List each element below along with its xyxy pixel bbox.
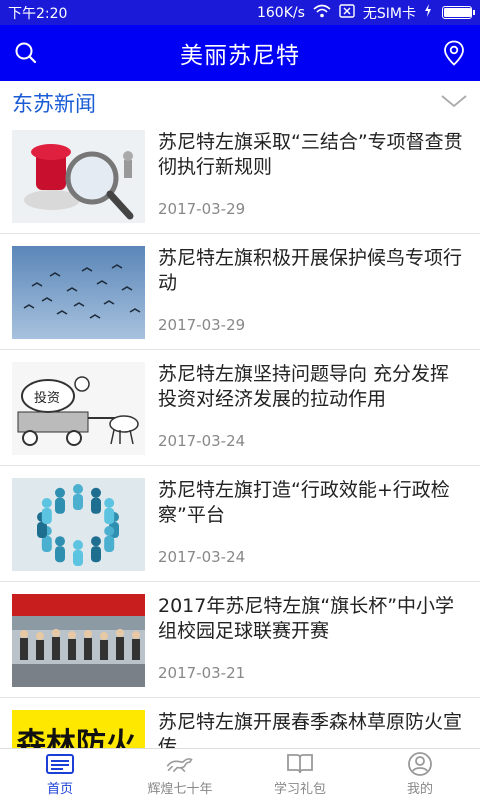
news-item[interactable]: 苏尼特左旗采取“三结合”专项督查贯彻执行新规则 2017-03-29 xyxy=(0,118,480,234)
news-date: 2017-03-24 xyxy=(158,432,246,450)
news-date: 2017-03-24 xyxy=(158,548,246,566)
search-icon xyxy=(15,42,37,64)
tab-user[interactable]: 我的 xyxy=(360,749,480,800)
news-headline: 苏尼特左旗开展春季森林草原防火宣传 xyxy=(158,711,463,748)
news-thumbnail xyxy=(12,246,145,339)
news-thumbnail: 投资 xyxy=(12,362,145,455)
news-thumbnail: 森林防火 xyxy=(12,710,145,748)
search-button[interactable] xyxy=(10,37,42,69)
bottom-tab-bar: 首页 辉煌七十年 学习礼包 我的 xyxy=(0,748,480,800)
news-date: 2017-03-29 xyxy=(158,316,246,334)
status-time: 下午2:20 xyxy=(8,5,68,22)
tab-newspaper[interactable]: 首页 xyxy=(0,749,120,800)
svg-text:投资: 投资 xyxy=(34,390,60,406)
location-pin-icon xyxy=(444,40,464,66)
news-thumbnail xyxy=(12,130,145,223)
wifi-icon xyxy=(313,4,331,22)
news-item[interactable]: 森林防火 苏尼特左旗开展春季森林草原防火宣传 xyxy=(0,698,480,748)
app-title: 美丽苏尼特 xyxy=(180,43,300,69)
book-icon xyxy=(285,752,315,776)
news-headline: 苏尼特左旗打造“行政效能+行政检察”平台 xyxy=(158,479,450,526)
sim-error-icon xyxy=(339,3,355,22)
charging-icon xyxy=(424,4,432,21)
status-bar: 下午2:20 160K/s 无SIM卡 xyxy=(0,0,480,25)
news-headline: 2017年苏尼特左旗“旗长杯”中小学组校园足球联赛开赛 xyxy=(158,595,455,642)
news-date: 2017-03-29 xyxy=(158,200,246,218)
tab-book[interactable]: 学习礼包 xyxy=(240,749,360,800)
news-date: 2017-03-21 xyxy=(158,664,246,682)
sim-status: 无SIM卡 xyxy=(362,5,416,22)
news-headline: 苏尼特左旗坚持问题导向 充分发挥投资对经济发展的拉动作用 xyxy=(158,363,450,410)
tab-label: 首页 xyxy=(46,782,73,797)
news-item[interactable]: 投资 苏尼特左旗坚持问题导向 充分发挥投资对经济发展的拉动作用 2017-03-… xyxy=(0,350,480,466)
chevron-down-icon[interactable] xyxy=(440,93,468,113)
tab-horse[interactable]: 辉煌七十年 xyxy=(120,749,240,800)
battery-icon xyxy=(442,6,475,19)
news-headline: 苏尼特左旗采取“三结合”专项督查贯彻执行新规则 xyxy=(158,131,463,178)
horse-icon xyxy=(165,752,195,776)
tab-label: 学习礼包 xyxy=(273,782,326,797)
news-list[interactable]: 苏尼特左旗采取“三结合”专项督查贯彻执行新规则 2017-03-29 苏尼特左旗… xyxy=(0,118,480,748)
news-thumbnail xyxy=(12,594,145,687)
user-icon xyxy=(405,752,435,776)
news-item[interactable]: 苏尼特左旗打造“行政效能+行政检察”平台 2017-03-24 xyxy=(0,466,480,582)
location-button[interactable] xyxy=(438,37,470,69)
app-bar: 美丽苏尼特 xyxy=(0,25,480,81)
tab-label: 辉煌七十年 xyxy=(147,782,213,797)
news-headline: 苏尼特左旗积极开展保护候鸟专项行动 xyxy=(158,247,463,294)
news-thumbnail xyxy=(12,478,145,571)
section-title: 东苏新闻 xyxy=(12,92,96,116)
tab-label: 我的 xyxy=(406,782,433,797)
svg-text:森林防火: 森林防火 xyxy=(16,727,136,748)
network-speed: 160K/s xyxy=(256,4,305,21)
newspaper-icon xyxy=(45,752,75,776)
news-item[interactable]: 2017年苏尼特左旗“旗长杯”中小学组校园足球联赛开赛 2017-03-21 xyxy=(0,582,480,698)
news-item[interactable]: 苏尼特左旗积极开展保护候鸟专项行动 2017-03-29 xyxy=(0,234,480,350)
